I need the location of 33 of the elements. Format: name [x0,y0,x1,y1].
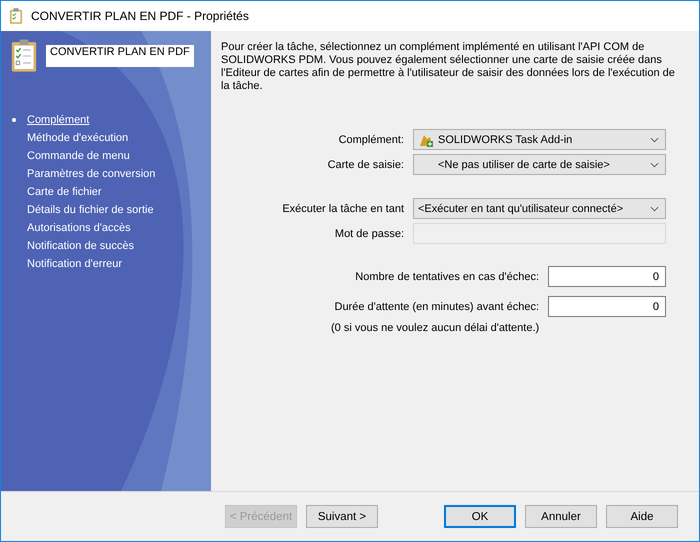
chevron-down-icon [650,162,659,168]
field-label: Durée d'attente (en minutes) avant échec: [334,300,539,312]
clipboard-icon [9,8,23,24]
number-field[interactable]: 0 [548,296,666,317]
field-label: Complément: [338,134,404,146]
sidebar-item[interactable]: Méthode d'exécution [10,129,128,147]
dropdown[interactable]: <Exécuter en tant qu'utilisateur connecté> [413,198,666,219]
chevron-down-icon [650,136,659,142]
sidebar-item[interactable]: Commande de menu [10,147,130,165]
dialog-button[interactable]: Aide [606,505,678,528]
note-text: (0 si vous ne voulez aucun délai d'attente.) [330,322,540,334]
description-text: Pour créer la tâche, sélectionnez un complément implémenté en utilisant l'API COM de SOLIDWORKS PDM. Vous pouvez également sélectionner une carte de saisie créée dans l'Editeur de cartes afin de permettre à l'utilisateur de saisir des données lors de l'exécution de la tâche. [221,41,676,93]
dialog-button[interactable]: OK [444,505,516,528]
field-label: Carte de saisie: [326,158,404,170]
sidebar-item[interactable]: Détails du fichier de sortie [10,201,154,219]
sidebar-item[interactable]: Autorisations d'accès [10,219,131,237]
dialog-button[interactable]: Annuler [525,505,597,528]
clipboard-icon [11,39,37,73]
number-field[interactable]: 0 [548,266,666,287]
sidebar-item[interactable]: Notification de succès [10,237,134,255]
task-name-field[interactable]: CONVERTIR PLAN EN PDF [46,45,194,67]
dropdown[interactable]: <Ne pas utiliser de carte de saisie> [413,154,666,175]
sidebar-item[interactable]: Complément [10,111,90,129]
field-label: Exécuter la tâche en tant [281,202,404,214]
sidebar-item[interactable]: Notification d'erreur [10,255,122,273]
field-label: Mot de passe: [334,228,404,240]
dialog-button[interactable]: Suivant > [306,505,378,528]
window-title: CONVERTIR PLAN EN PDF - Propriétés [31,9,249,23]
sidebar-item[interactable]: Paramètres de conversion [10,165,156,183]
field-label: Nombre de tentatives en cas d'échec: [354,270,539,282]
sidebar-item[interactable]: Carte de fichier [10,183,102,201]
dropdown[interactable]: SOLIDWORKS Task Add-in [413,129,666,150]
chevron-down-icon [650,206,659,212]
